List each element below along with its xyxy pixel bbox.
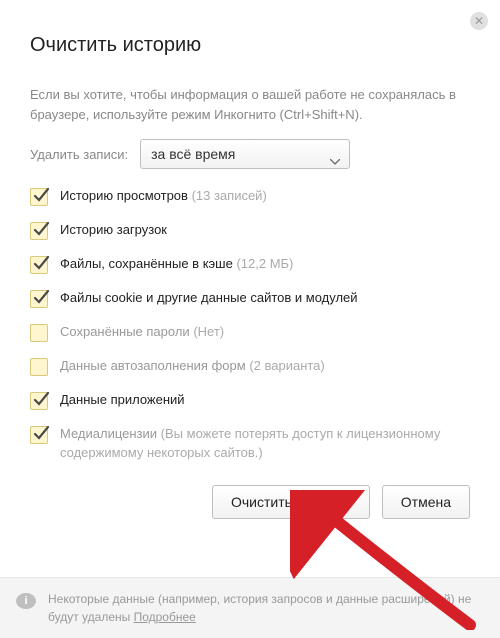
option-row: Медиалицензии (Вы можете потерять доступ…	[30, 425, 470, 463]
footer-more-link[interactable]: Подробнее	[134, 610, 196, 624]
option-checkbox[interactable]	[30, 188, 48, 206]
incognito-hint: Если вы хотите, чтобы информация о вашей…	[30, 85, 470, 125]
option-checkbox[interactable]	[30, 426, 48, 444]
option-text: Файлы cookie и другие данные сайтов и мо…	[60, 289, 358, 308]
option-text: Сохранённые пароли (Нет)	[60, 323, 224, 342]
option-label: Историю просмотров	[60, 188, 188, 203]
chevron-down-icon	[330, 152, 340, 168]
option-label: Данные приложений	[60, 392, 185, 407]
option-text: Историю загрузок	[60, 221, 167, 240]
option-row: Сохранённые пароли (Нет)	[30, 323, 470, 342]
close-icon: ✕	[474, 15, 484, 27]
option-label: Медиалицензии	[60, 426, 157, 441]
footer-text: Некоторые данные (например, история запр…	[48, 592, 471, 624]
option-label: Файлы, сохранённые в кэше	[60, 256, 233, 271]
option-row: Историю загрузок	[30, 221, 470, 240]
time-range-label: Удалить записи:	[30, 147, 128, 162]
dialog-title: Очистить историю	[30, 34, 470, 57]
option-text: Историю просмотров (13 записей)	[60, 187, 267, 206]
info-icon: i	[16, 593, 36, 609]
option-label: Данные автозаполнения форм	[60, 358, 246, 373]
option-label: Файлы cookie и другие данные сайтов и мо…	[60, 290, 358, 305]
footer-note: i Некоторые данные (например, история за…	[0, 577, 500, 638]
option-extra: (Нет)	[193, 324, 224, 339]
cancel-button[interactable]: Отмена	[382, 485, 470, 519]
option-label: Сохранённые пароли	[60, 324, 190, 339]
option-extra: (13 записей)	[192, 188, 267, 203]
option-checkbox[interactable]	[30, 324, 48, 342]
option-checkbox[interactable]	[30, 290, 48, 308]
option-text: Данные автозаполнения форм (2 варианта)	[60, 357, 325, 376]
option-checkbox[interactable]	[30, 222, 48, 240]
close-button[interactable]: ✕	[470, 12, 488, 30]
option-extra: (12,2 МБ)	[236, 256, 293, 271]
option-extra: (2 варианта)	[249, 358, 324, 373]
option-row: Данные автозаполнения форм (2 варианта)	[30, 357, 470, 376]
option-text: Медиалицензии (Вы можете потерять доступ…	[60, 425, 470, 463]
time-range-select[interactable]: за всё время	[140, 139, 350, 169]
clear-history-button[interactable]: Очистить историю	[212, 485, 370, 519]
option-checkbox[interactable]	[30, 256, 48, 274]
option-label: Историю загрузок	[60, 222, 167, 237]
option-row: Историю просмотров (13 записей)	[30, 187, 470, 206]
option-text: Файлы, сохранённые в кэше (12,2 МБ)	[60, 255, 293, 274]
option-text: Данные приложений	[60, 391, 185, 410]
time-range-value: за всё время	[151, 146, 235, 162]
option-checkbox[interactable]	[30, 392, 48, 410]
option-row: Файлы, сохранённые в кэше (12,2 МБ)	[30, 255, 470, 274]
option-row: Файлы cookie и другие данные сайтов и мо…	[30, 289, 470, 308]
option-checkbox[interactable]	[30, 358, 48, 376]
option-row: Данные приложений	[30, 391, 470, 410]
